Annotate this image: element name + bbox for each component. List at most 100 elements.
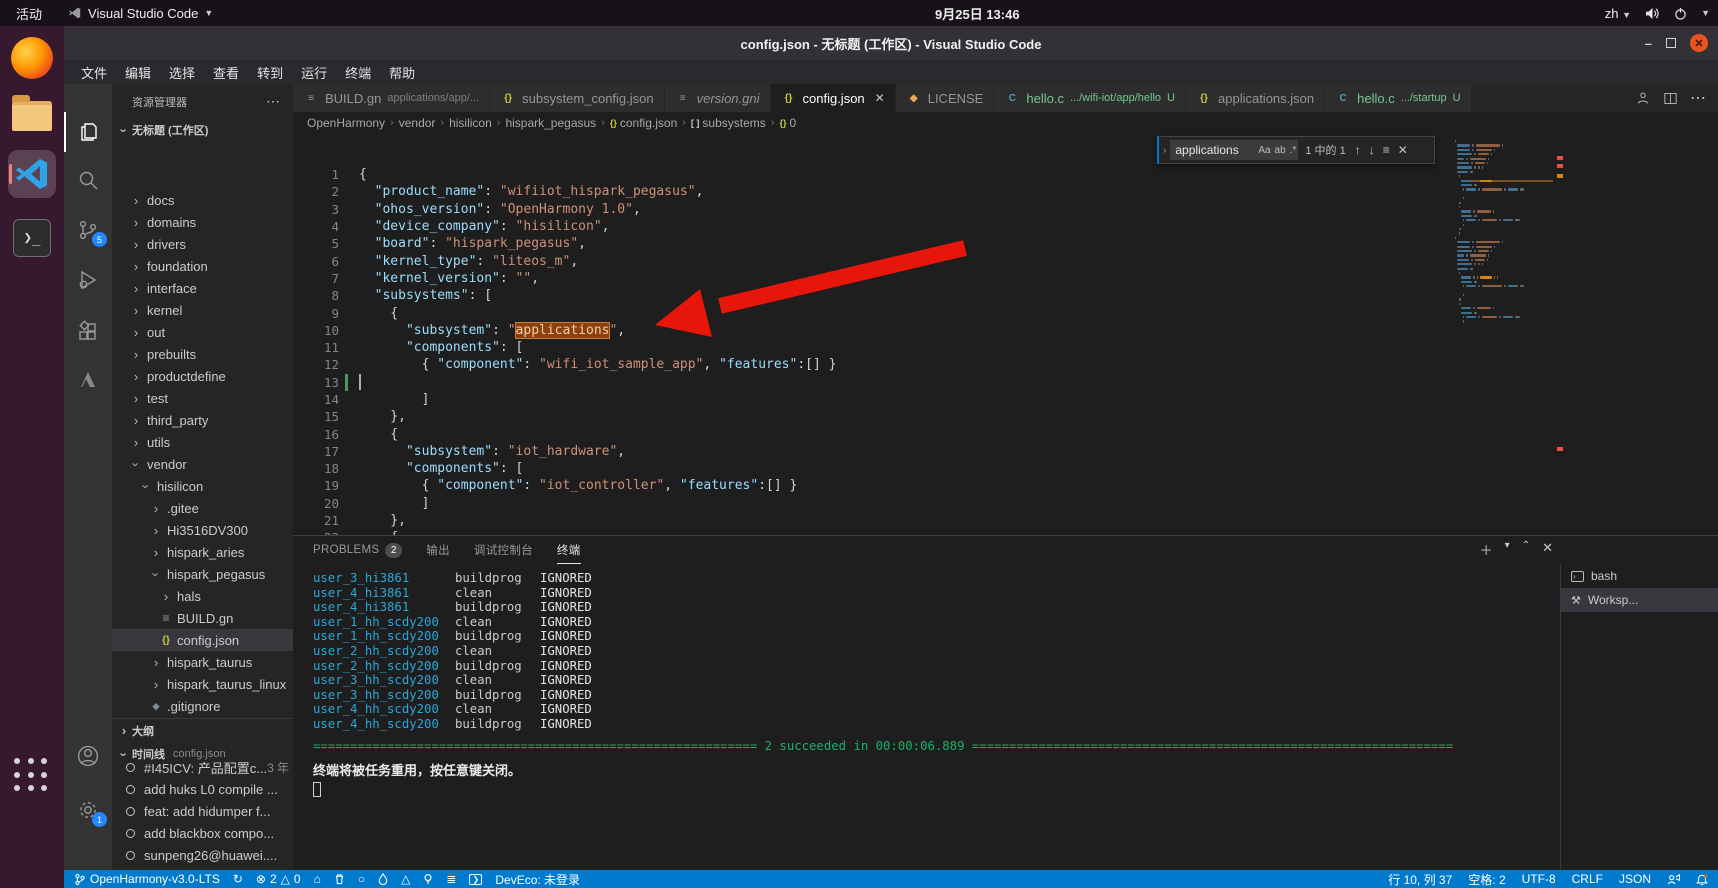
editor-tab-applications.json[interactable]: {}applications.json: [1186, 84, 1325, 112]
editor-tab-hello.c[interactable]: Chello.c.../startupU: [1325, 84, 1471, 112]
find-widget[interactable]: › applications Aa ab .* 1 中的 1 ↑ ↓ ≡ ✕: [1157, 136, 1435, 164]
timeline-item[interactable]: sunpeng26@huawei....: [112, 844, 293, 866]
home-button[interactable]: ⌂: [314, 872, 321, 886]
match-case-toggle[interactable]: Aa: [1256, 145, 1272, 156]
tree-item-hispark_aries[interactable]: ›hispark_aries: [112, 541, 293, 563]
tree-item-docs[interactable]: ›docs: [112, 189, 293, 211]
branch-indicator[interactable]: OpenHarmony-v3.0-LTS: [74, 872, 220, 886]
breadcrumb-item-hispark_pegasus[interactable]: hispark_pegasus: [505, 116, 596, 130]
tree-item-utils[interactable]: ›utils: [112, 431, 293, 453]
breadcrumb-item-0[interactable]: {}0: [779, 116, 796, 130]
previous-match-button[interactable]: ↑: [1353, 143, 1363, 157]
split-editor-icon[interactable]: [1663, 91, 1678, 106]
tree-item-domains[interactable]: ›domains: [112, 211, 293, 233]
breadcrumb-item-vendor[interactable]: vendor: [399, 116, 436, 130]
regex-toggle[interactable]: .*: [1288, 145, 1299, 156]
eol-indicator[interactable]: CRLF: [1572, 872, 1603, 886]
panel-tab-输出[interactable]: 输出: [426, 536, 450, 564]
show-applications-button[interactable]: [14, 758, 50, 794]
close-button[interactable]: ✕: [1690, 34, 1708, 52]
tree-item-hispark_taurus_linux[interactable]: ›hispark_taurus_linux: [112, 673, 293, 695]
menu-item-文件[interactable]: 文件: [72, 61, 116, 84]
firefox-launcher[interactable]: [8, 34, 56, 82]
tree-item-productdefine[interactable]: ›productdefine: [112, 365, 293, 387]
code-editor[interactable]: 1{2 "product_name": "wifiiot_hispark_peg…: [293, 134, 1718, 535]
tree-item-kernel[interactable]: ›kernel: [112, 299, 293, 321]
maximize-panel-button[interactable]: ⌃: [1522, 540, 1530, 559]
indentation-indicator[interactable]: 空格: 2: [1468, 871, 1505, 888]
editor-tab-hello.c[interactable]: Chello.c.../wifi-iot/app/helloU: [994, 84, 1186, 112]
more-actions-icon[interactable]: ⋯: [1690, 88, 1706, 108]
extensions-activity-button[interactable]: [64, 312, 112, 352]
tree-item-hisilicon[interactable]: ›hisilicon: [112, 475, 293, 497]
new-terminal-button[interactable]: ＋: [1480, 540, 1493, 559]
tree-item-third_party[interactable]: ›third_party: [112, 409, 293, 431]
language-indicator[interactable]: zh ▼: [1605, 6, 1631, 21]
tree-item-BUILD.gn[interactable]: ≡BUILD.gn: [112, 607, 293, 629]
tree-item-.gitignore[interactable]: ◆.gitignore: [112, 695, 293, 717]
timeline-item[interactable]: add huks L0 compile ...: [112, 778, 293, 800]
tree-item-drivers[interactable]: ›drivers: [112, 233, 293, 255]
explorer-activity-button[interactable]: [64, 112, 112, 152]
encoding-indicator[interactable]: UTF-8: [1522, 872, 1556, 886]
menu-item-转到[interactable]: 转到: [248, 61, 292, 84]
whole-word-toggle[interactable]: ab: [1273, 145, 1288, 156]
vscode-launcher[interactable]: [8, 150, 56, 198]
editor-tab-config.json[interactable]: {}config.json✕: [771, 84, 896, 112]
editor-tab-subsystem_config.json[interactable]: {}subsystem_config.json: [490, 84, 665, 112]
problems-indicator[interactable]: ⊗2 △0: [256, 872, 301, 886]
editor-tab-version.gni[interactable]: ≡version.gni: [665, 84, 771, 112]
breadcrumb-item-hisilicon[interactable]: hisilicon: [449, 116, 492, 130]
menu-item-运行[interactable]: 运行: [292, 61, 336, 84]
panel-tab-终端[interactable]: 终端: [557, 536, 581, 564]
run-debug-activity-button[interactable]: [64, 260, 112, 300]
tree-item-hispark_pegasus[interactable]: ›hispark_pegasus: [112, 563, 293, 585]
breadcrumb-item-subsystems[interactable]: [ ]subsystems: [691, 116, 766, 130]
deveco-login-status[interactable]: DevEco: 未登录: [495, 871, 580, 888]
account-button[interactable]: [64, 736, 112, 776]
tree-item-foundation[interactable]: ›foundation: [112, 255, 293, 277]
tree-item-interface[interactable]: ›interface: [112, 277, 293, 299]
burn-button[interactable]: [378, 873, 388, 885]
terminal-instance-bash[interactable]: ›bash: [1561, 564, 1718, 588]
editor-tab-BUILD.gn[interactable]: ≡BUILD.gnapplications/app/...: [293, 84, 490, 112]
lamp-button[interactable]: [423, 873, 433, 885]
feedback-icon[interactable]: [1667, 873, 1680, 886]
breadcrumb-item-OpenHarmony[interactable]: OpenHarmony: [307, 116, 385, 130]
azure-activity-button[interactable]: [64, 360, 112, 400]
workspace-section-header[interactable]: › 无标题 (工作区): [112, 119, 293, 141]
find-expand-icon[interactable]: ›: [1163, 145, 1166, 156]
tree-item-test[interactable]: ›test: [112, 387, 293, 409]
sync-button[interactable]: ↻: [233, 872, 243, 886]
terminal-output[interactable]: user_3_hi3861buildprogIGNOREDuser_4_hi38…: [313, 571, 1513, 797]
timeline-item[interactable]: #I45ICV: 产品配置c...3 年: [112, 756, 293, 778]
panel-tab-调试控制台[interactable]: 调试控制台: [474, 536, 533, 564]
bell-icon[interactable]: [1696, 873, 1708, 886]
overview-ruler[interactable]: [1557, 134, 1563, 535]
menu-item-选择[interactable]: 选择: [160, 61, 204, 84]
terminal-launcher[interactable]: ❯_: [8, 214, 56, 262]
chevron-down-icon[interactable]: ▼: [1701, 8, 1710, 18]
settings-button[interactable]: 1: [64, 790, 112, 830]
power-icon[interactable]: [1674, 7, 1687, 20]
breadcrumb-item-config.json[interactable]: {}config.json: [610, 116, 677, 130]
volume-icon[interactable]: [1645, 7, 1660, 20]
minimap[interactable]: [1455, 134, 1553, 464]
search-activity-button[interactable]: [64, 160, 112, 200]
next-match-button[interactable]: ↓: [1367, 143, 1377, 157]
window-title-bar[interactable]: config.json - 无标题 (工作区) - Visual Studio …: [64, 26, 1718, 60]
more-actions-icon[interactable]: ⋯: [266, 93, 281, 110]
terminal-instance-Worksp...[interactable]: ⚒Worksp...: [1561, 588, 1718, 612]
find-input[interactable]: applications Aa ab .*: [1170, 140, 1298, 160]
clock[interactable]: 9月25日 13:46: [935, 4, 1020, 23]
tree-item-vendor[interactable]: ›vendor: [112, 453, 293, 475]
outline-section-header[interactable]: › 大纲: [112, 718, 293, 742]
activities-button[interactable]: 活动: [0, 4, 58, 23]
tree-item-Hi3516DV300[interactable]: ›Hi3516DV300: [112, 519, 293, 541]
close-find-button[interactable]: ✕: [1396, 143, 1410, 157]
tree-item-prebuilts[interactable]: ›prebuilts: [112, 343, 293, 365]
menu-item-编辑[interactable]: 编辑: [116, 61, 160, 84]
account-icon[interactable]: [1635, 90, 1651, 106]
tree-item-.gitee[interactable]: ›.gitee: [112, 497, 293, 519]
source-control-activity-button[interactable]: 5: [64, 210, 112, 250]
